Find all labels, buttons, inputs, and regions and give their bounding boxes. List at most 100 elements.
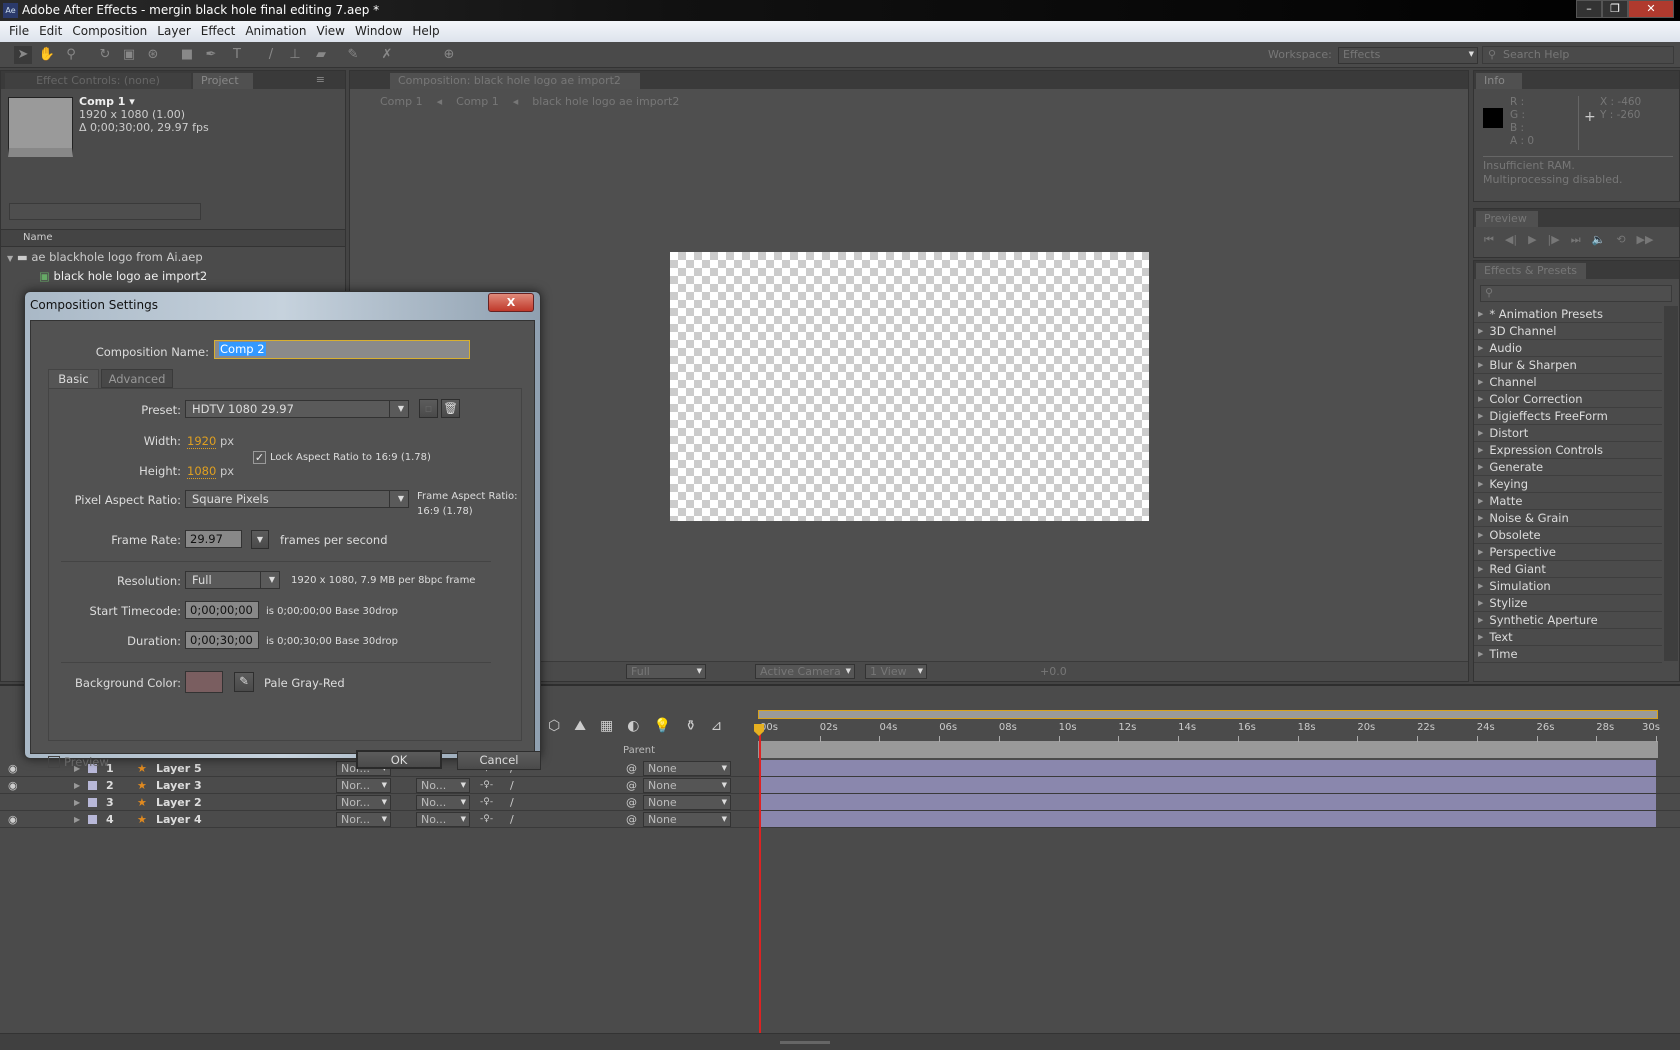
ok-button[interactable]: OK	[356, 750, 442, 769]
menu-window[interactable]: Window	[350, 21, 407, 42]
workspace-dropdown[interactable]: Effects	[1338, 47, 1478, 64]
breadcrumb-comp1b[interactable]: Comp 1	[456, 95, 499, 108]
expand-triangle-icon[interactable]: ▼	[7, 254, 13, 263]
start-timecode-input[interactable]: 0;00;00;00	[185, 601, 259, 619]
axis-mode-icon[interactable]: ⊕	[440, 46, 458, 64]
brainstorm-icon[interactable]: 💡	[653, 718, 670, 734]
layer-name[interactable]: Layer 5	[156, 760, 202, 777]
effects-category-item[interactable]: 3D Channel	[1478, 323, 1658, 340]
effects-category-item[interactable]: Expression Controls	[1478, 442, 1658, 459]
effects-category-item[interactable]: Time	[1478, 646, 1658, 663]
graph-editor-icon[interactable]: ⊿	[711, 718, 723, 734]
menu-layer[interactable]: Layer	[152, 21, 195, 42]
background-color-swatch[interactable]	[185, 671, 223, 693]
layer-name[interactable]: Layer 2	[156, 794, 202, 811]
minimize-icon[interactable]: –	[1576, 0, 1602, 18]
layer-row[interactable]: ◉ ▶ 4 ★ Layer 4 Nor... No... -♀- / @ None	[0, 811, 1680, 828]
effects-category-item[interactable]: Text	[1478, 629, 1658, 646]
effects-category-item[interactable]: Synthetic Aperture	[1478, 612, 1658, 629]
pickwhip-icon[interactable]: @	[626, 777, 637, 794]
restore-icon[interactable]: ❐	[1602, 0, 1628, 18]
effects-scrollbar[interactable]	[1664, 306, 1678, 661]
composition-canvas[interactable]	[670, 252, 1149, 521]
tab-project[interactable]: Project	[193, 73, 253, 89]
layer-duration-bar[interactable]	[760, 777, 1656, 793]
menu-file[interactable]: File	[4, 21, 34, 42]
project-item-composition[interactable]: ▣ black hole logo ae import2	[39, 268, 329, 285]
prev-frame-icon[interactable]: ◀|	[1505, 233, 1517, 247]
project-search-input[interactable]	[9, 203, 201, 220]
text-tool-icon[interactable]: T	[228, 46, 246, 64]
track-matte-dropdown[interactable]: No...	[416, 795, 470, 810]
preview-checkbox[interactable]	[48, 756, 60, 768]
expand-triangle-icon[interactable]: ▶	[74, 811, 80, 828]
delete-preset-icon[interactable]: 🗑	[441, 399, 460, 418]
parent-dropdown[interactable]: None	[643, 778, 731, 793]
track-matte-dropdown[interactable]: No...	[416, 778, 470, 793]
expand-triangle-icon[interactable]: ▶	[74, 777, 80, 794]
effects-category-item[interactable]: Matte	[1478, 493, 1658, 510]
loop-icon[interactable]: ⟲	[1616, 233, 1625, 247]
shy-switch-icon[interactable]: -♀-	[480, 777, 493, 794]
effects-category-item[interactable]: Red Giant	[1478, 561, 1658, 578]
tab-advanced[interactable]: Advanced	[101, 369, 173, 388]
resolution-dropdown[interactable]: Full	[185, 571, 280, 589]
clone-stamp-tool-icon[interactable]: ⊥	[286, 46, 304, 64]
frame-rate-dropdown[interactable]: ▼	[251, 530, 269, 549]
effects-category-item[interactable]: Digieffects FreeForm	[1478, 408, 1658, 425]
next-frame-icon[interactable]: |▶	[1548, 233, 1560, 247]
effects-category-item[interactable]: Perspective	[1478, 544, 1658, 561]
height-value[interactable]: 1080 px	[187, 464, 234, 479]
tab-info[interactable]: Info	[1476, 73, 1522, 89]
effects-category-item[interactable]: Stylize	[1478, 595, 1658, 612]
tab-effect-controls[interactable]: Effect Controls: (none)	[5, 73, 191, 89]
menu-composition[interactable]: Composition	[67, 21, 152, 42]
comp-name[interactable]: Comp 1 ▾	[79, 95, 135, 108]
parent-dropdown[interactable]: None	[643, 795, 731, 810]
breadcrumb-comp1[interactable]: Comp 1	[380, 95, 423, 108]
preset-dropdown[interactable]: HDTV 1080 29.97	[185, 400, 409, 418]
blend-mode-dropdown[interactable]: Nor...	[336, 778, 391, 793]
layer-row[interactable]: ▶ 3 ★ Layer 2 Nor... No... -♀- / @ None	[0, 794, 1680, 811]
lock-aspect-checkbox[interactable]: ✓	[253, 451, 266, 464]
motion-blur-icon[interactable]: ◐	[627, 718, 639, 734]
effects-category-item[interactable]: Audio	[1478, 340, 1658, 357]
menu-help[interactable]: Help	[407, 21, 444, 42]
menu-view[interactable]: View	[312, 21, 350, 42]
eye-icon[interactable]: ◉	[8, 777, 18, 794]
last-frame-icon[interactable]: ⏭	[1571, 233, 1581, 247]
menu-effect[interactable]: Effect	[196, 21, 241, 42]
cancel-button[interactable]: Cancel	[457, 751, 541, 770]
rectangle-tool-icon[interactable]: ■	[178, 46, 196, 64]
expand-triangle-icon[interactable]: ▶	[74, 794, 80, 811]
column-header-name[interactable]: Name	[1, 229, 345, 247]
label-color[interactable]	[88, 781, 97, 790]
roto-brush-tool-icon[interactable]: ✎	[344, 46, 362, 64]
quality-switch-icon[interactable]: /	[510, 794, 514, 811]
shy-switch-icon[interactable]: -♀-	[480, 794, 493, 811]
effects-category-item[interactable]: Keying	[1478, 476, 1658, 493]
eye-icon[interactable]: ◉	[8, 811, 18, 828]
layer-name[interactable]: Layer 4	[156, 811, 202, 828]
zoom-tool-icon[interactable]: ⚲	[62, 46, 80, 64]
brush-tool-icon[interactable]: /	[262, 46, 280, 64]
audio-icon[interactable]: 🔈	[1592, 233, 1606, 247]
effects-category-item[interactable]: Color Correction	[1478, 391, 1658, 408]
track-matte-dropdown[interactable]: No...	[416, 812, 470, 827]
effects-category-item[interactable]: Obsolete	[1478, 527, 1658, 544]
effects-category-item[interactable]: Blur & Sharpen	[1478, 357, 1658, 374]
exposure-value[interactable]: +0.0	[1040, 665, 1067, 678]
tab-composition[interactable]: Composition: black hole logo ae import2	[390, 73, 640, 89]
hide-shy-icon[interactable]: ⛰	[574, 718, 586, 734]
rotate-tool-icon[interactable]: ↻	[96, 46, 114, 64]
tab-effects-presets[interactable]: Effects & Presets	[1476, 263, 1586, 279]
close-icon[interactable]: ✕	[1628, 0, 1674, 18]
frame-rate-input[interactable]: 29.97	[185, 530, 242, 548]
composition-name-input[interactable]: Comp 2	[214, 340, 470, 359]
pen-tool-icon[interactable]: ✒	[202, 46, 220, 64]
draft-3d-icon[interactable]: ⬡	[548, 718, 560, 734]
resolution-dropdown[interactable]: Full	[626, 664, 706, 679]
tab-preview[interactable]: Preview	[1476, 211, 1538, 227]
project-item-folder[interactable]: ▼ ▬ ae blackhole logo from Ai.aep	[7, 249, 327, 266]
menu-animation[interactable]: Animation	[240, 21, 311, 42]
